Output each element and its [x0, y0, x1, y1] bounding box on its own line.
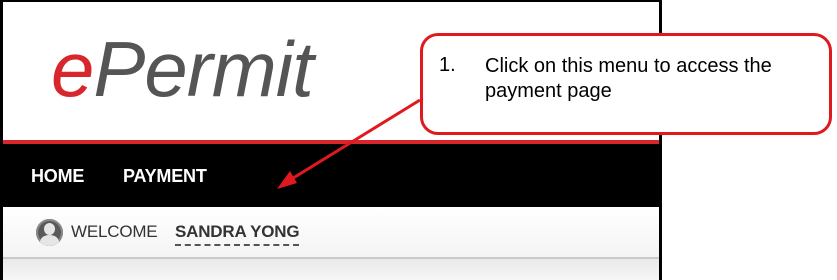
user-avatar-icon	[36, 219, 63, 246]
avatar-head-shape	[44, 223, 55, 235]
welcome-bar: WELCOME SANDRA YONG	[3, 207, 659, 259]
welcome-label: WELCOME	[71, 222, 158, 241]
callout-text: Click on this menu to access the payment…	[485, 55, 772, 102]
screenshot-stage: ePermit HOME PAYMENT WELCOME SANDRA YONG…	[0, 0, 837, 280]
instruction-callout: 1. Click on this menu to access the paym…	[420, 33, 832, 135]
avatar-body-shape	[40, 235, 59, 246]
logo-permit-text: Permit	[93, 25, 313, 113]
nav-item-home[interactable]: HOME	[31, 166, 84, 187]
logo-e-letter: e	[51, 25, 94, 113]
user-name-link[interactable]: SANDRA YONG	[175, 222, 300, 246]
main-navbar: HOME PAYMENT	[3, 144, 659, 207]
epermit-logo[interactable]: ePermit	[51, 24, 314, 114]
content-area-top	[3, 259, 659, 280]
callout-step-number: 1.	[439, 54, 456, 76]
nav-item-payment[interactable]: PAYMENT	[123, 166, 207, 187]
